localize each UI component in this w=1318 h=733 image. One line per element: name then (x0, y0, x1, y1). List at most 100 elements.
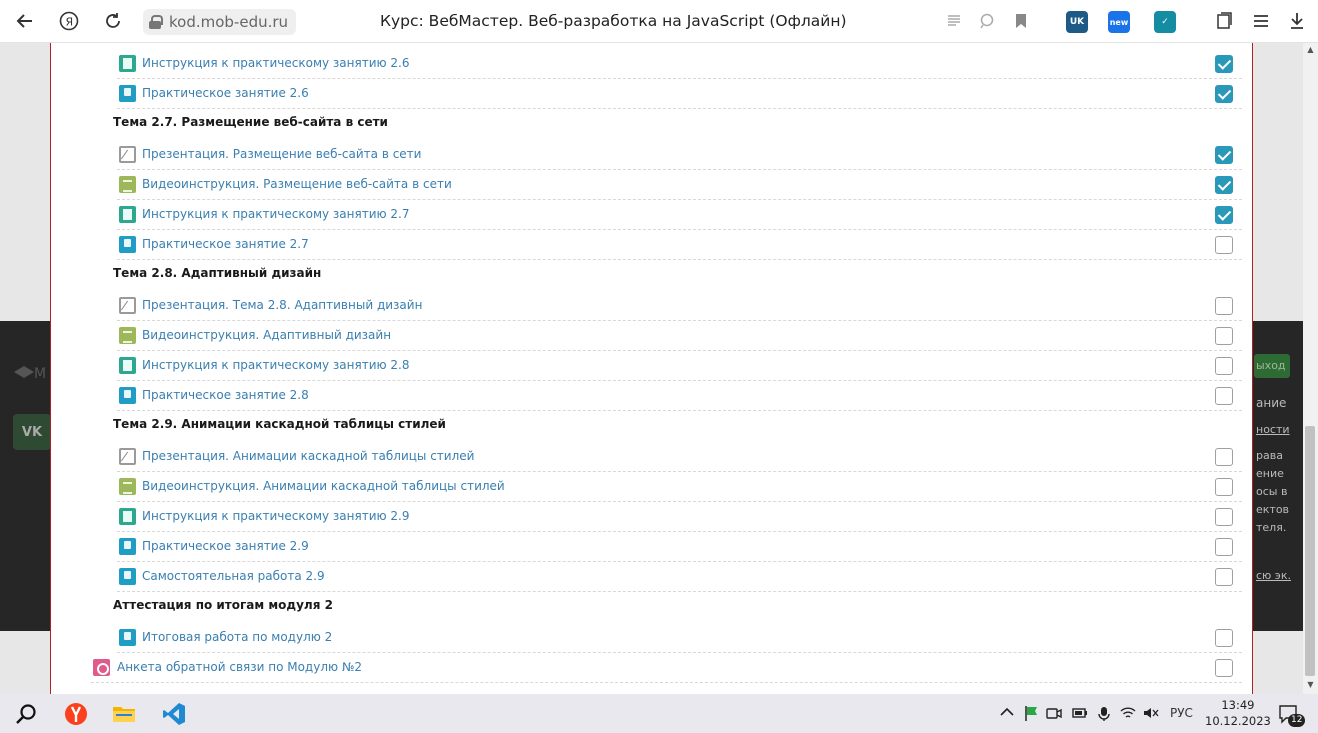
list-item: Анкета обратной связи по Модулю №2 (91, 653, 1242, 683)
tab-title: Курс: ВебМастер. Веб-разработка на JavaS… (380, 12, 847, 30)
bookmark-icon[interactable] (1009, 9, 1033, 33)
yandex-logo-icon[interactable]: Я (57, 9, 81, 33)
completion-checkbox[interactable] (1215, 478, 1233, 496)
bg-text-fragment: ание (1256, 396, 1287, 410)
list-item: Инструкция к практическому занятию 2.9 (117, 502, 1242, 532)
section-title: Аттестация по итогам модуля 2 (113, 598, 333, 612)
completion-checkbox[interactable] (1215, 357, 1233, 375)
bg-text-fragment: сю эк. (1256, 569, 1291, 582)
item-link[interactable]: Итоговая работа по модулю 2 (142, 630, 332, 644)
item-link[interactable]: Инструкция к практическому занятию 2.8 (142, 358, 410, 372)
completion-checkbox[interactable] (1215, 448, 1233, 466)
menu-icon[interactable] (1249, 9, 1273, 33)
section-title: Тема 2.8. Адаптивный дизайн (113, 266, 322, 280)
extension-check-icon[interactable]: ✓ (1154, 11, 1176, 33)
completion-checkbox[interactable] (1215, 387, 1233, 405)
scroll-up-icon[interactable]: ▲ (1304, 45, 1317, 55)
completion-checkbox[interactable] (1215, 508, 1233, 526)
completion-checkbox[interactable] (1215, 538, 1233, 556)
microphone-icon[interactable] (1098, 706, 1110, 725)
item-link[interactable]: Практическое занятие 2.8 (142, 388, 309, 402)
completion-checkbox[interactable] (1215, 629, 1233, 647)
list-item: Инструкция к практическому занятию 2.8 (117, 351, 1242, 381)
list-item: Практическое занятие 2.6 (117, 79, 1242, 109)
instruction-icon (119, 508, 136, 525)
item-link[interactable]: Практическое занятие 2.6 (142, 86, 309, 100)
practice-icon (119, 236, 136, 253)
notifications-count: 12 (1288, 714, 1306, 727)
completion-checkbox[interactable] (1215, 146, 1233, 164)
item-link[interactable]: Презентация. Размещение веб-сайта в сети (142, 147, 421, 161)
completion-checkbox[interactable] (1215, 568, 1233, 586)
download-icon[interactable] (1285, 9, 1309, 33)
list-item: Видеоинструкция. Размещение веб-сайта в … (117, 170, 1242, 200)
lock-icon (149, 15, 163, 29)
presentation-icon (119, 146, 136, 163)
item-link[interactable]: Видеоинструкция. Анимации каскадной табл… (142, 479, 505, 493)
item-link[interactable]: Практическое занятие 2.7 (142, 237, 309, 251)
list-item: Итоговая работа по модулю 2 (117, 623, 1242, 653)
clock[interactable]: 13:49 10.12.2023 (1205, 697, 1271, 729)
back-arrow-icon[interactable] (13, 9, 37, 33)
video-icon (119, 478, 136, 495)
vscode-icon[interactable] (162, 702, 186, 726)
address-bar[interactable]: kod.mob-edu.ru (143, 9, 297, 35)
item-link[interactable]: Презентация. Тема 2.8. Адаптивный дизайн (142, 298, 422, 312)
file-explorer-icon[interactable] (112, 702, 136, 726)
completion-checkbox[interactable] (1215, 176, 1233, 194)
item-link[interactable]: Инструкция к практическому занятию 2.7 (142, 207, 410, 221)
completion-checkbox[interactable] (1215, 236, 1233, 254)
instruction-icon (119, 55, 136, 72)
tray-overflow-icon[interactable] (1000, 706, 1014, 720)
list-item: Практическое занятие 2.8 (117, 381, 1242, 411)
flag-icon[interactable] (1024, 705, 1038, 724)
vk-icon: VK (13, 414, 51, 450)
browser-toolbar: Я kod.mob-edu.ru Курс: ВебМастер. Веб-ра… (0, 0, 1318, 43)
reader-mode-icon[interactable] (942, 9, 966, 33)
item-link[interactable]: Самостоятельная работа 2.9 (142, 569, 325, 583)
item-link[interactable]: Практическое занятие 2.9 (142, 539, 309, 553)
search-icon[interactable] (14, 702, 38, 726)
feedback-form-icon (93, 659, 110, 676)
list-item: Самостоятельная работа 2.9 (117, 562, 1242, 592)
wifi-icon[interactable] (1120, 706, 1136, 723)
item-link[interactable]: Видеоинструкция. Размещение веб-сайта в … (142, 177, 452, 191)
section-title: Тема 2.9. Анимации каскадной таблицы сти… (113, 417, 446, 431)
battery-icon[interactable] (1072, 706, 1088, 723)
notifications-icon[interactable]: 12 (1278, 704, 1306, 727)
item-link[interactable]: Инструкция к практическому занятию 2.6 (142, 56, 410, 70)
yandex-browser-icon[interactable] (64, 702, 88, 726)
meet-now-icon[interactable] (1046, 706, 1062, 723)
item-link[interactable]: Видеоинструкция. Адаптивный дизайн (142, 328, 391, 342)
bg-text-fragment: рава (1256, 449, 1283, 462)
scrollbar-thumb[interactable] (1305, 426, 1315, 676)
list-item: Презентация. Размещение веб-сайта в сети (117, 140, 1242, 170)
reload-icon[interactable] (101, 9, 125, 33)
bg-text-fragment: теля. (1256, 521, 1287, 534)
new-extension-icon[interactable]: new (1108, 11, 1130, 33)
alice-icon[interactable] (975, 9, 999, 33)
completion-checkbox[interactable] (1215, 85, 1233, 103)
completion-checkbox[interactable] (1215, 297, 1233, 315)
scroll-down-icon[interactable]: ▼ (1304, 680, 1317, 690)
presentation-icon (119, 297, 136, 314)
completion-checkbox[interactable] (1215, 55, 1233, 73)
clock-time: 13:49 (1221, 698, 1255, 712)
completion-checkbox[interactable] (1215, 206, 1233, 224)
uk-extension-icon[interactable]: UK (1066, 11, 1088, 33)
windows-taskbar: РУС 13:49 10.12.2023 12 (0, 694, 1318, 733)
list-item: Презентация. Анимации каскадной таблицы … (117, 442, 1242, 472)
completion-checkbox[interactable] (1215, 659, 1233, 677)
item-link[interactable]: Презентация. Анимации каскадной таблицы … (142, 449, 474, 463)
instruction-icon (119, 357, 136, 374)
list-item: Видеоинструкция. Адаптивный дизайн (117, 321, 1242, 351)
language-indicator[interactable]: РУС (1170, 706, 1193, 720)
completion-checkbox[interactable] (1215, 327, 1233, 345)
volume-muted-icon[interactable] (1143, 706, 1159, 723)
item-link[interactable]: Инструкция к практическому занятию 2.9 (142, 509, 410, 523)
video-icon (119, 327, 136, 344)
practice-icon (119, 387, 136, 404)
bg-text-fragment: ектов (1256, 503, 1290, 516)
item-link[interactable]: Анкета обратной связи по Модулю №2 (117, 660, 362, 674)
collections-icon[interactable] (1212, 9, 1236, 33)
